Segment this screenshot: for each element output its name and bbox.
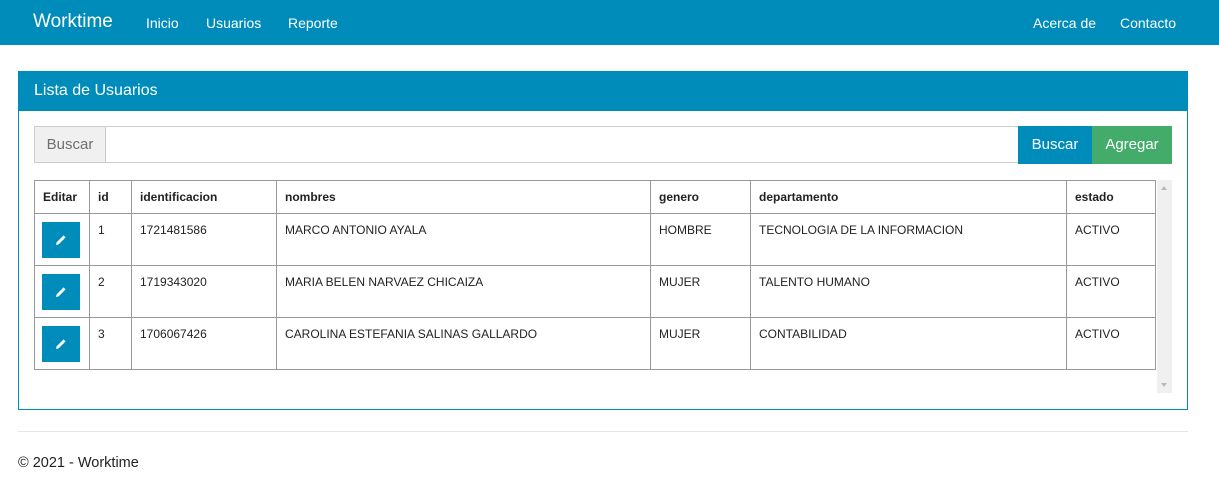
cell-departamento: TALENTO HUMANO <box>750 265 1067 318</box>
column-header-identificacion: identificacion <box>131 180 277 214</box>
nav-link-acerca-de[interactable]: Acerca de <box>1033 15 1096 31</box>
users-panel: Lista de Usuarios Buscar Buscar Agregar … <box>18 71 1188 410</box>
pencil-icon <box>56 235 66 245</box>
edit-button[interactable] <box>42 326 80 362</box>
search-button[interactable]: Buscar <box>1018 126 1092 164</box>
cell-genero: MUJER <box>650 317 751 370</box>
column-header-genero: genero <box>650 180 751 214</box>
navbar: Worktime Inicio Usuarios Reporte Acerca … <box>0 0 1219 45</box>
cell-identificacion: 1721481586 <box>131 213 277 266</box>
search-input[interactable] <box>106 126 1019 163</box>
cell-identificacion: 1719343020 <box>131 265 277 318</box>
edit-cell <box>34 317 90 370</box>
cell-estado: ACTIVO <box>1066 265 1156 318</box>
nav-link-usuarios[interactable]: Usuarios <box>206 15 261 31</box>
edit-button[interactable] <box>42 274 80 310</box>
add-button[interactable]: Agregar <box>1092 126 1172 164</box>
cell-departamento: TECNOLOGIA DE LA INFORMACION <box>750 213 1067 266</box>
column-header-estado: estado <box>1066 180 1156 214</box>
table-header-row: Editar id identificacion nombres genero … <box>34 180 1156 214</box>
cell-nombres: MARIA BELEN NARVAEZ CHICAIZA <box>276 265 651 318</box>
search-addon: Buscar <box>34 126 106 163</box>
panel-heading: Lista de Usuarios <box>19 72 1187 111</box>
column-header-id: id <box>89 180 132 214</box>
footer-text: © 2021 - Worktime <box>18 455 139 471</box>
nav-link-reporte[interactable]: Reporte <box>288 15 338 31</box>
cell-departamento: CONTABILIDAD <box>750 317 1067 370</box>
nav-link-contacto[interactable]: Contacto <box>1120 15 1176 31</box>
cell-genero: MUJER <box>650 265 751 318</box>
cell-id: 3 <box>89 317 132 370</box>
scroll-down-arrow-icon[interactable] <box>1161 383 1167 387</box>
cell-nombres: CAROLINA ESTEFANIA SALINAS GALLARDO <box>276 317 651 370</box>
footer-divider <box>18 431 1188 432</box>
cell-id: 1 <box>89 213 132 266</box>
pencil-icon <box>56 287 66 297</box>
table-row: 2 1719343020 MARIA BELEN NARVAEZ CHICAIZ… <box>34 265 1156 318</box>
column-header-departamento: departamento <box>750 180 1067 214</box>
cell-identificacion: 1706067426 <box>131 317 277 370</box>
pencil-icon <box>56 339 66 349</box>
panel-title: Lista de Usuarios <box>34 82 158 99</box>
cell-estado: ACTIVO <box>1066 213 1156 266</box>
cell-genero: HOMBRE <box>650 213 751 266</box>
table-scrollbar[interactable] <box>1157 180 1172 393</box>
cell-id: 2 <box>89 265 132 318</box>
edit-cell <box>34 213 90 266</box>
table-row: 3 1706067426 CAROLINA ESTEFANIA SALINAS … <box>34 317 1156 370</box>
scroll-up-arrow-icon[interactable] <box>1161 186 1167 190</box>
edit-button[interactable] <box>42 222 80 258</box>
cell-estado: ACTIVO <box>1066 317 1156 370</box>
edit-cell <box>34 265 90 318</box>
users-table: Editar id identificacion nombres genero … <box>34 180 1156 370</box>
table-row: 1 1721481586 MARCO ANTONIO AYALA HOMBRE … <box>34 213 1156 266</box>
column-header-nombres: nombres <box>276 180 651 214</box>
cell-nombres: MARCO ANTONIO AYALA <box>276 213 651 266</box>
brand-link[interactable]: Worktime <box>33 11 113 33</box>
nav-link-inicio[interactable]: Inicio <box>146 15 179 31</box>
column-header-editar: Editar <box>34 180 90 214</box>
